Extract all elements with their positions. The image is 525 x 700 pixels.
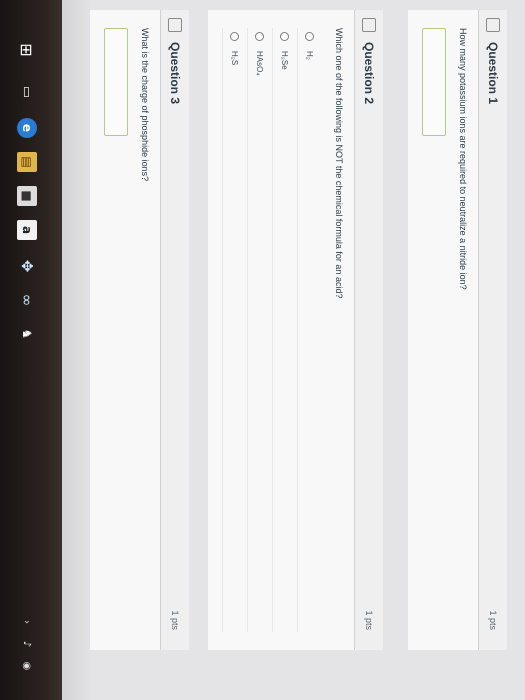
flag-question-icon[interactable]: flag [362,18,376,32]
answer-option[interactable]: HAsO₄ [247,28,272,632]
question-title: Question 3 [168,42,182,105]
question-title: Question 2 [362,42,376,105]
option-label: H₂ [305,51,315,60]
answer-option[interactable]: H₂ [297,28,322,632]
radio-button[interactable] [230,32,240,41]
question-card-1: flag Question 1 1 pts How many potassium… [408,10,507,650]
radio-button[interactable] [255,32,265,41]
flag-question-icon[interactable]: flag [486,18,500,32]
screen: flag Question 1 1 pts How many potassium… [62,0,525,700]
question-title: Question 1 [486,42,500,105]
windows-start-icon[interactable]: ⊞ [17,40,37,60]
edge-browser-icon[interactable]: e [17,118,37,138]
screen-shading [62,0,92,700]
answer-input[interactable] [104,28,128,136]
store-icon[interactable]: ■ [17,186,37,206]
option-label: HAsO₄ [255,51,265,76]
question-body: Which one of the following is NOT the ch… [208,10,354,650]
question-points: 1 pts [364,610,374,630]
option-label: H₂S [230,51,240,66]
link-icon[interactable]: ∞ [17,290,37,310]
file-explorer-icon[interactable]: ▤ [17,152,37,172]
flag-question-icon[interactable]: flag [168,18,182,32]
answer-option[interactable]: H₂Se [272,28,297,632]
radio-button[interactable] [280,32,290,41]
volume-icon[interactable]: ♪ [17,634,37,654]
dropbox-icon[interactable]: ✥ [17,256,37,276]
question-points: 1 pts [488,610,498,630]
question-text: Which one of the following is NOT the ch… [334,28,344,299]
question-body: How many potassium ions are required to … [408,10,478,650]
task-view-icon[interactable]: ▭ [17,82,37,102]
taskbar: ⊞ ▭ e ▤ ■ a ✥ ∞ ♞ [14,40,40,680]
question-points: 1 pts [170,610,180,630]
question-body: What is the charge of phosphide ions? [90,10,160,650]
network-icon[interactable]: ◉ [17,656,37,676]
answer-option[interactable]: H₂S [222,28,247,632]
question-header: flag Question 2 1 pts [354,10,383,650]
question-header: flag Question 3 1 pts [160,10,189,650]
system-tray: › ♪ ◉ [14,612,40,692]
chevron-icon[interactable]: › [17,612,37,632]
answer-input[interactable] [422,28,446,136]
question-card-3: flag Question 3 1 pts What is the charge… [90,10,189,650]
amazon-icon[interactable]: a [17,220,37,240]
question-text: How many potassium ions are required to … [458,28,468,290]
game-icon[interactable]: ♞ [17,324,37,344]
radio-button[interactable] [305,32,315,41]
question-card-2: flag Question 2 1 pts Which one of the f… [208,10,383,650]
quiz-page: flag Question 1 1 pts How many potassium… [62,0,525,700]
option-label: H₂Se [280,51,290,70]
question-header: flag Question 1 1 pts [478,10,507,650]
question-text: What is the charge of phosphide ions? [140,28,150,182]
